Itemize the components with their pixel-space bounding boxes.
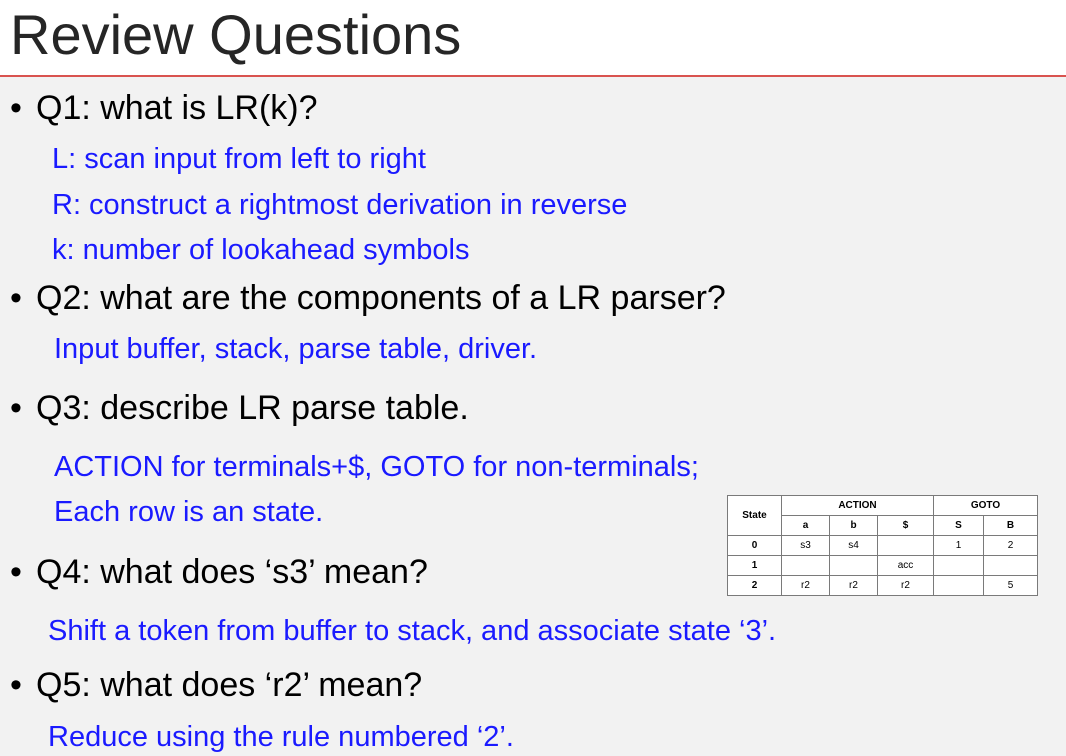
answer-1-line-3: k: number of lookahead symbols <box>52 234 470 266</box>
table-cell: 1 <box>933 535 984 556</box>
column-header: S <box>933 515 984 536</box>
question-4: • Q4: what does ‘s3’ mean? <box>10 552 428 592</box>
bullet-icon: • <box>10 553 22 591</box>
table-cell: 5 <box>983 575 1038 596</box>
question-5: • Q5: what does ‘r2’ mean? <box>10 665 422 705</box>
lr-parse-table: State ACTION GOTO a b $ S B 0 s3 s4 1 2 … <box>727 495 1038 596</box>
table-cell <box>933 555 984 576</box>
answer-1-line-2: R: construct a rightmost derivation in r… <box>52 189 628 221</box>
title-divider <box>0 75 1066 77</box>
table-cell: r2 <box>877 575 934 596</box>
column-header: $ <box>877 515 934 536</box>
table-cell: r2 <box>781 575 830 596</box>
action-header: ACTION <box>781 495 934 516</box>
goto-header: GOTO <box>933 495 1038 516</box>
table-cell: acc <box>877 555 934 576</box>
table-cell <box>829 555 878 576</box>
question-2: • Q2: what are the components of a LR par… <box>10 278 726 318</box>
state-header: State <box>727 495 782 536</box>
table-cell: s4 <box>829 535 878 556</box>
answer-1-line-1: L: scan input from left to right <box>52 143 426 175</box>
column-header: B <box>983 515 1038 536</box>
table-cell <box>933 575 984 596</box>
state-cell: 2 <box>727 575 782 596</box>
question-2-text: Q2: what are the components of a LR pars… <box>36 279 726 317</box>
table-cell: r2 <box>829 575 878 596</box>
question-4-text: Q4: what does ‘s3’ mean? <box>36 553 428 591</box>
question-3: • Q3: describe LR parse table. <box>10 388 469 428</box>
table-row: 1 acc <box>727 555 1038 576</box>
answer-5: Reduce using the rule numbered ‘2’. <box>48 721 514 753</box>
bullet-icon: • <box>10 389 22 427</box>
answer-2: Input buffer, stack, parse table, driver… <box>54 333 538 365</box>
table-row: 2 r2 r2 r2 5 <box>727 575 1038 596</box>
answer-3-line-1: ACTION for terminals+$, GOTO for non-ter… <box>54 451 699 483</box>
slide-title: Review Questions <box>10 3 462 66</box>
table-cell <box>781 555 830 576</box>
question-1: • Q1: what is LR(k)? <box>10 88 318 128</box>
bullet-icon: • <box>10 89 22 127</box>
answer-4: Shift a token from buffer to stack, and … <box>48 615 777 647</box>
table-cell <box>877 535 934 556</box>
bullet-icon: • <box>10 279 22 317</box>
table-cell: 2 <box>983 535 1038 556</box>
question-3-text: Q3: describe LR parse table. <box>36 389 469 427</box>
question-1-text: Q1: what is LR(k)? <box>36 89 318 127</box>
answer-3-line-2: Each row is an state. <box>54 496 324 528</box>
state-cell: 1 <box>727 555 782 576</box>
column-header: a <box>781 515 830 536</box>
column-header: b <box>829 515 878 536</box>
bullet-icon: • <box>10 666 22 704</box>
table-cell: s3 <box>781 535 830 556</box>
table-row: 0 s3 s4 1 2 <box>727 535 1038 556</box>
table-cell <box>983 555 1038 576</box>
state-cell: 0 <box>727 535 782 556</box>
question-5-text: Q5: what does ‘r2’ mean? <box>36 666 423 704</box>
